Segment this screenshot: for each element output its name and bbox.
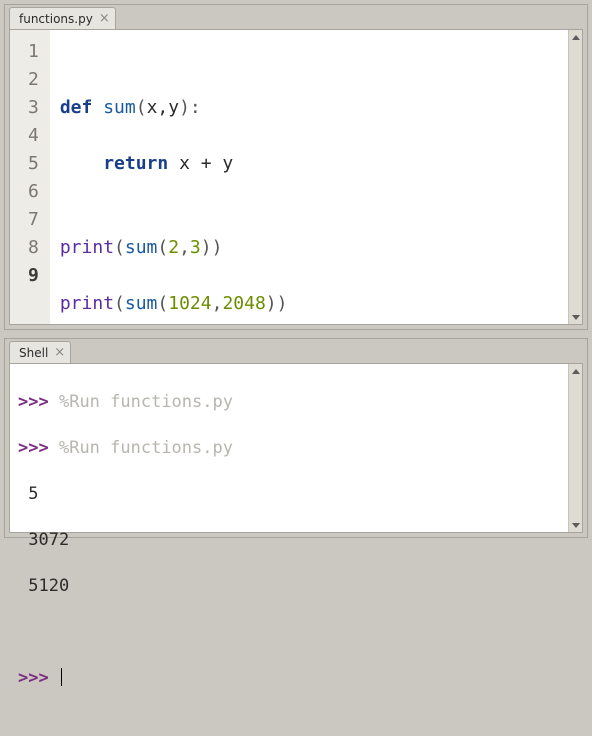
- editor-scrollbar[interactable]: [568, 30, 582, 324]
- code-line: return x + y: [60, 150, 560, 178]
- shell-blank-line: [18, 621, 560, 644]
- line-number: 8: [28, 234, 39, 262]
- shell-tab-label: Shell: [19, 345, 48, 361]
- line-number: 1: [28, 38, 39, 66]
- code-area[interactable]: def sum(x,y): return x + y print(sum(2,3…: [50, 30, 568, 324]
- shell-output: 3072: [18, 529, 560, 552]
- shell-body[interactable]: >>> %Run functions.py >>> %Run functions…: [10, 364, 568, 532]
- editor-pane: functions.py × 1 2 3 4 5 6 7 8 9 def sum…: [4, 4, 588, 330]
- shell-output: 5: [18, 483, 560, 506]
- shell-line: >>> %Run functions.py: [18, 437, 560, 460]
- line-number: 6: [28, 178, 39, 206]
- editor-tab-label: functions.py: [19, 11, 93, 27]
- code-line: print(sum(1024,2048)): [60, 290, 560, 318]
- line-number-current: 9: [28, 262, 39, 290]
- scroll-up-icon[interactable]: [569, 30, 582, 44]
- line-number: 2: [28, 66, 39, 94]
- code-line: def sum(x,y):: [60, 94, 560, 122]
- shell-scrollbar[interactable]: [568, 364, 582, 532]
- line-number-gutter: 1 2 3 4 5 6 7 8 9: [10, 30, 50, 324]
- code-line: print(sum(2,3)): [60, 234, 560, 262]
- shell-tab[interactable]: Shell ×: [9, 341, 71, 363]
- shell-line: >>> %Run functions.py: [18, 391, 560, 414]
- editor-frame: 1 2 3 4 5 6 7 8 9 def sum(x,y): return x…: [9, 29, 583, 325]
- line-number: 3: [28, 94, 39, 122]
- shell-output: 5120: [18, 575, 560, 598]
- shell-tab-bar: Shell ×: [5, 339, 587, 363]
- shell-prompt-line[interactable]: >>>: [18, 667, 560, 690]
- editor-body[interactable]: 1 2 3 4 5 6 7 8 9 def sum(x,y): return x…: [10, 30, 568, 324]
- shell-frame: >>> %Run functions.py >>> %Run functions…: [9, 363, 583, 533]
- line-number: 5: [28, 150, 39, 178]
- line-number: 4: [28, 122, 39, 150]
- editor-tab[interactable]: functions.py ×: [9, 7, 116, 29]
- close-icon[interactable]: ×: [99, 13, 110, 25]
- scroll-down-icon[interactable]: [569, 518, 582, 532]
- close-icon[interactable]: ×: [54, 347, 65, 359]
- scroll-up-icon[interactable]: [569, 364, 582, 378]
- scroll-down-icon[interactable]: [569, 310, 582, 324]
- shell-pane: Shell × >>> %Run functions.py >>> %Run f…: [4, 338, 588, 538]
- line-number: 7: [28, 206, 39, 234]
- editor-tab-bar: functions.py ×: [5, 5, 587, 29]
- text-cursor: [61, 668, 62, 686]
